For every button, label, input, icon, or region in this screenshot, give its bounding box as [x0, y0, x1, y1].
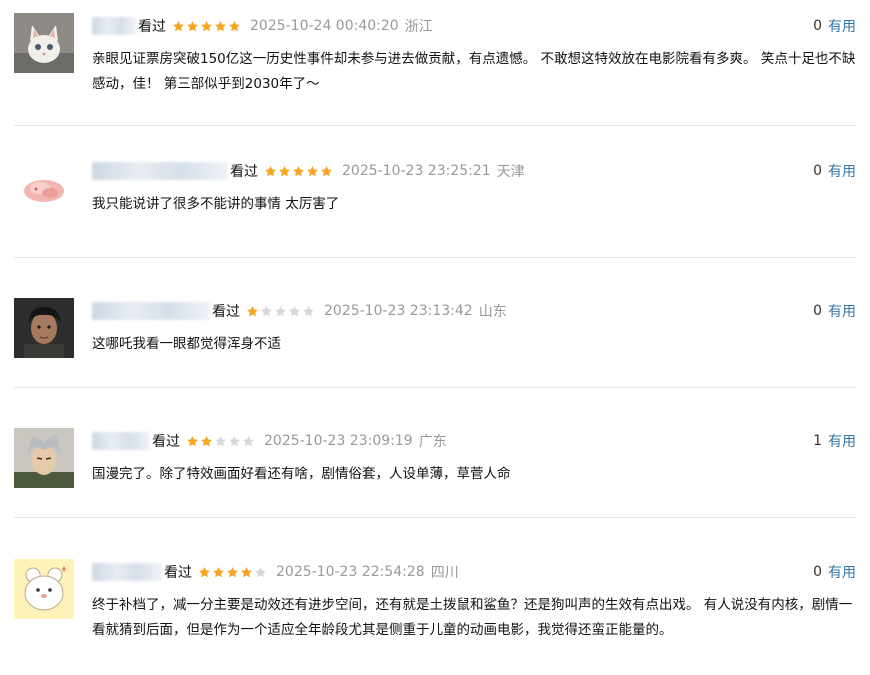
comment-meta: 看过 2025-10-23 23:09:19 广东 [92, 430, 447, 452]
star-rating [186, 435, 256, 448]
useful-vote: 0 有用 [813, 561, 856, 583]
star-filled-icon [278, 165, 291, 178]
comment-text: 这哪吒我看一眼都觉得浑身不适 [92, 336, 281, 352]
star-filled-icon [306, 165, 319, 178]
comment-region: 广东 [418, 434, 447, 450]
username-blurred[interactable] [92, 17, 136, 35]
comment-meta: 看过 2025-10-24 00:40:20 浙江 [92, 15, 433, 37]
star-filled-icon [212, 566, 225, 579]
avatar[interactable] [14, 559, 74, 619]
divider [14, 125, 857, 126]
star-empty-icon [214, 435, 227, 448]
star-rating [264, 165, 334, 178]
comment-time: 2025-10-23 23:09:19 [264, 433, 413, 449]
watched-label: 看过 [212, 304, 240, 320]
comment-text: 终于补档了，减一分主要是动效还有进步空间，还有就是土拨鼠和鲨鱼？还是狗叫声的生效… [92, 597, 853, 638]
watched-label: 看过 [138, 19, 166, 35]
star-filled-icon [200, 435, 213, 448]
watched-label: 看过 [164, 565, 192, 581]
star-rating [172, 20, 242, 33]
useful-button[interactable]: 有用 [828, 16, 856, 36]
useful-button[interactable]: 有用 [828, 431, 856, 451]
star-empty-icon [260, 305, 273, 318]
star-rating [246, 305, 316, 318]
star-empty-icon [242, 435, 255, 448]
cartoon-white-bear-avatar [14, 559, 74, 619]
comment-list: 看过 2025-10-24 00:40:20 浙江 0 有用 亲眼见证票房突破150亿这一… [0, 0, 870, 675]
comment-text: 亲眼见证票房突破150亿这一历史性事件却未参与进去做贡献，有点遗憾。 不敢想这特… [92, 51, 856, 92]
star-filled-icon [226, 566, 239, 579]
star-filled-icon [228, 20, 241, 33]
useful-button[interactable]: 有用 [828, 301, 856, 321]
star-filled-icon [246, 305, 259, 318]
comment-meta: 看过 2025-10-23 22:54:28 四川 [92, 561, 459, 583]
useful-vote: 1 有用 [813, 430, 856, 452]
username-blurred[interactable] [92, 563, 162, 581]
star-filled-icon [198, 566, 211, 579]
comment-time: 2025-10-24 00:40:20 [250, 18, 399, 34]
star-filled-icon [320, 165, 333, 178]
comment-text: 我只能说讲了很多不能讲的事情 太厉害了 [92, 196, 340, 212]
useful-button[interactable]: 有用 [828, 562, 856, 582]
comment-region: 四川 [430, 565, 459, 581]
comment-time: 2025-10-23 23:13:42 [324, 303, 473, 319]
star-filled-icon [172, 20, 185, 33]
star-empty-icon [254, 566, 267, 579]
avatar[interactable] [14, 428, 74, 488]
anime-gray-hair-character-avatar [14, 428, 74, 488]
avatar[interactable] [14, 158, 74, 218]
star-empty-icon [228, 435, 241, 448]
useful-button[interactable]: 有用 [828, 161, 856, 181]
comment-region: 山东 [478, 304, 507, 320]
avatar[interactable] [14, 298, 74, 358]
useful-vote: 0 有用 [813, 300, 856, 322]
star-empty-icon [302, 305, 315, 318]
useful-count: 0 [813, 303, 822, 319]
divider [14, 387, 857, 388]
avatar[interactable] [14, 13, 74, 73]
star-filled-icon [264, 165, 277, 178]
star-filled-icon [240, 566, 253, 579]
comment-region: 浙江 [404, 19, 433, 35]
star-filled-icon [200, 20, 213, 33]
useful-count: 0 [813, 163, 822, 179]
watched-label: 看过 [230, 164, 258, 180]
comment-time: 2025-10-23 23:25:21 [342, 163, 491, 179]
star-filled-icon [186, 435, 199, 448]
divider [14, 257, 857, 258]
useful-count: 1 [813, 433, 822, 449]
comment-meta: 看过 2025-10-23 23:25:21 天津 [92, 160, 525, 182]
comment-time: 2025-10-23 22:54:28 [276, 564, 425, 580]
star-empty-icon [274, 305, 287, 318]
useful-vote: 0 有用 [813, 15, 856, 37]
star-filled-icon [186, 20, 199, 33]
username-blurred[interactable] [92, 162, 228, 180]
watched-label: 看过 [152, 434, 180, 450]
dark-haired-person-avatar [14, 298, 74, 358]
star-filled-icon [292, 165, 305, 178]
comment-region: 天津 [496, 164, 525, 180]
star-rating [198, 566, 268, 579]
white-kitten-avatar [14, 13, 74, 73]
divider [14, 517, 857, 518]
star-empty-icon [288, 305, 301, 318]
username-blurred[interactable] [92, 302, 210, 320]
pink-blob-avatar [14, 158, 74, 218]
comment-text: 国漫完了。除了特效画面好看还有啥，剧情俗套，人设单薄，草菅人命 [92, 466, 511, 482]
username-blurred[interactable] [92, 432, 150, 450]
comment-meta: 看过 2025-10-23 23:13:42 山东 [92, 300, 507, 322]
useful-vote: 0 有用 [813, 160, 856, 182]
useful-count: 0 [813, 564, 822, 580]
star-filled-icon [214, 20, 227, 33]
useful-count: 0 [813, 18, 822, 34]
